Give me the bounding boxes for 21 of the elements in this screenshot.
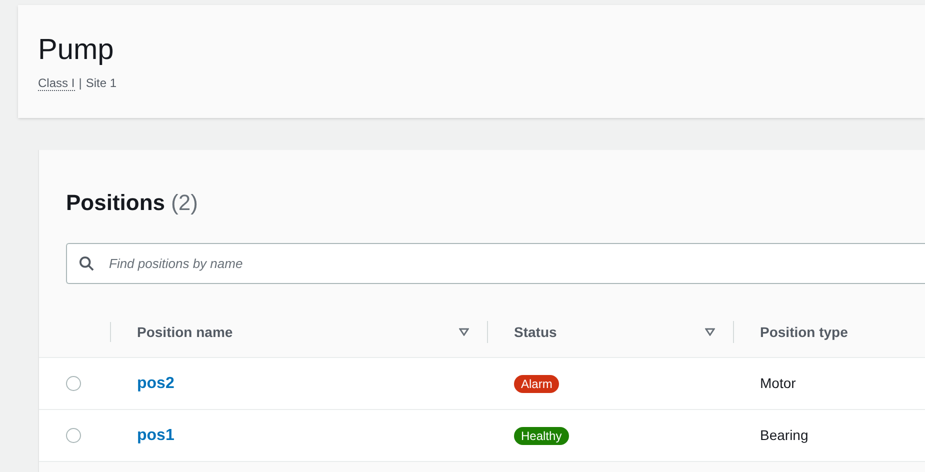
- radio-button[interactable]: [66, 376, 80, 391]
- radio-button[interactable]: [66, 428, 80, 443]
- separator: |: [78, 75, 82, 92]
- search-icon: [79, 256, 94, 271]
- position-link[interactable]: pos2: [137, 374, 174, 392]
- search-field[interactable]: Find positions by name: [66, 243, 925, 284]
- position-type: Bearing: [760, 427, 808, 443]
- position-type: Motor: [760, 375, 796, 391]
- sort-icon[interactable]: [705, 328, 715, 336]
- position-link[interactable]: pos1: [137, 426, 174, 444]
- sort-icon[interactable]: [459, 328, 469, 336]
- class-link[interactable]: Class I: [38, 76, 75, 90]
- count-label: (2): [171, 189, 198, 217]
- section-title: Positions: [66, 189, 166, 217]
- column-header[interactable]: Position name: [137, 322, 459, 342]
- column-header[interactable]: Status: [514, 322, 705, 342]
- status-badge: Alarm: [514, 375, 560, 393]
- status-badge: Healthy: [514, 427, 569, 445]
- page-title: Pump: [38, 33, 115, 67]
- column-header[interactable]: Position type: [760, 322, 907, 342]
- site-label: Site 1: [86, 75, 116, 92]
